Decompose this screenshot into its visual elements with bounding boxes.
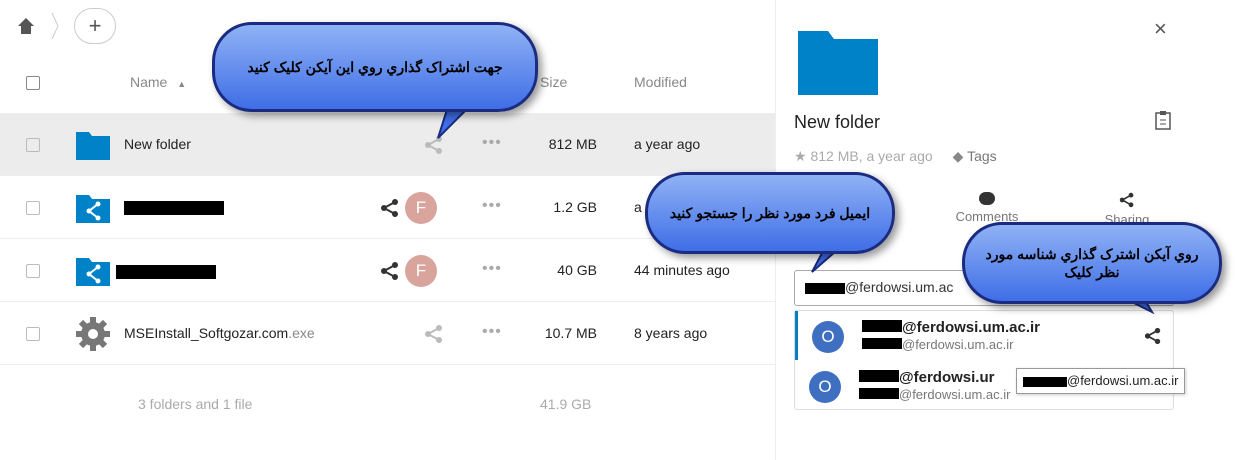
close-icon[interactable]: × xyxy=(1154,16,1167,42)
row-checkbox[interactable] xyxy=(26,264,40,278)
shared-icon[interactable] xyxy=(380,261,400,281)
row-checkbox[interactable] xyxy=(26,138,40,152)
more-actions-icon[interactable]: ••• xyxy=(482,260,502,278)
folder-icon xyxy=(798,31,878,95)
result-subtitle: @ferdowsi.um.ac.ir xyxy=(859,387,1010,402)
column-modified[interactable]: Modified xyxy=(634,74,687,90)
avatar: O xyxy=(809,371,841,403)
file-name[interactable]: MSEInstall_Softgozar.com.exe xyxy=(124,325,315,341)
home-icon[interactable] xyxy=(16,16,36,36)
file-modified: a year ago xyxy=(634,136,701,152)
more-actions-icon[interactable]: ••• xyxy=(482,134,502,152)
sidebar-title: New folder xyxy=(794,112,881,132)
more-actions-icon[interactable]: ••• xyxy=(482,197,502,215)
file-modified: 8 years ago xyxy=(634,325,708,341)
annotation-bubble: جهت اشتراک گذاري روي اين آيکن کليک کنيد xyxy=(212,22,538,112)
summary-text: 3 folders and 1 file xyxy=(138,396,253,412)
column-size[interactable]: Size xyxy=(540,74,567,90)
share-autocomplete-list: O @ferdowsi.um.ac.ir @ferdowsi.um.ac.ir … xyxy=(794,310,1174,410)
share-icon xyxy=(1119,192,1134,208)
shared-icon[interactable] xyxy=(380,198,400,218)
column-name[interactable]: Name ▲ xyxy=(130,74,186,90)
file-size: 10.7 MB xyxy=(544,325,597,341)
favorite-star-icon[interactable]: ★ 812 MB, a year ago xyxy=(794,148,933,165)
file-modified: a xyxy=(634,199,642,215)
list-item[interactable]: O @ferdowsi.um.ac.ir @ferdowsi.um.ac.ir xyxy=(795,311,1173,360)
file-name[interactable]: New folder xyxy=(124,136,191,152)
annotation-bubble: ايميل فرد مورد نظر را جستجو کنيد xyxy=(645,172,895,254)
table-row[interactable]: New folder ••• 812 MB a year ago xyxy=(0,114,775,176)
sort-ascending-icon: ▲ xyxy=(177,79,187,89)
redacted-text xyxy=(1023,376,1067,387)
avatar[interactable]: F xyxy=(405,255,437,287)
annotation-bubble: روي آيکن اشترک گذاري شناسه مورد نظر کليک xyxy=(962,222,1222,304)
shared-folder-icon xyxy=(76,195,110,223)
add-new-button[interactable]: + xyxy=(74,8,116,44)
share-icon[interactable] xyxy=(1144,327,1162,345)
summary-total-size: 41.9 GB xyxy=(540,396,592,412)
tooltip: @ferdowsi.um.ac.ir xyxy=(1016,368,1186,394)
redacted-text xyxy=(859,370,899,382)
redacted-text xyxy=(859,388,899,399)
breadcrumb: + xyxy=(16,8,116,44)
copy-link-icon[interactable] xyxy=(1154,110,1172,130)
result-email: @ferdowsi.um.ac.ir xyxy=(862,319,1040,336)
redacted-text xyxy=(862,320,902,332)
avatar: O xyxy=(812,321,844,353)
avatar[interactable]: F xyxy=(405,192,437,224)
shared-folder-icon xyxy=(76,258,110,286)
file-size: 812 MB xyxy=(548,136,597,152)
redacted-text xyxy=(805,282,845,294)
gear-icon xyxy=(76,317,110,351)
comment-icon xyxy=(979,192,995,205)
result-email: @ferdowsi.ur xyxy=(859,369,994,386)
tag-icon: ◆ xyxy=(952,148,964,164)
result-subtitle: @ferdowsi.um.ac.ir xyxy=(862,337,1013,352)
folder-icon xyxy=(76,132,110,160)
file-size: 1.2 GB xyxy=(553,199,597,215)
sidebar-meta: ★ 812 MB, a year ago ◆ Tags xyxy=(794,148,997,165)
row-checkbox[interactable] xyxy=(26,201,40,215)
file-size: 40 GB xyxy=(557,262,597,278)
row-checkbox[interactable] xyxy=(26,327,40,341)
file-modified: 44 minutes ago xyxy=(634,262,730,278)
table-row[interactable]: MSEInstall_Softgozar.com.exe ••• 10.7 MB… xyxy=(0,303,775,365)
file-list-summary: 3 folders and 1 file 41.9 GB xyxy=(0,372,775,432)
share-icon[interactable] xyxy=(424,135,444,155)
more-actions-icon[interactable]: ••• xyxy=(482,323,502,341)
table-row[interactable]: F ••• 40 GB 44 minutes ago xyxy=(0,240,775,302)
breadcrumb-separator-icon xyxy=(51,12,59,40)
tab-comments[interactable]: Comments xyxy=(942,192,1032,224)
tags-link[interactable]: ◆ Tags xyxy=(953,148,997,165)
redacted-file-name xyxy=(116,265,216,279)
redacted-file-name xyxy=(124,201,224,215)
select-all-checkbox[interactable] xyxy=(26,76,40,90)
share-icon[interactable] xyxy=(424,324,444,344)
redacted-text xyxy=(862,338,902,349)
